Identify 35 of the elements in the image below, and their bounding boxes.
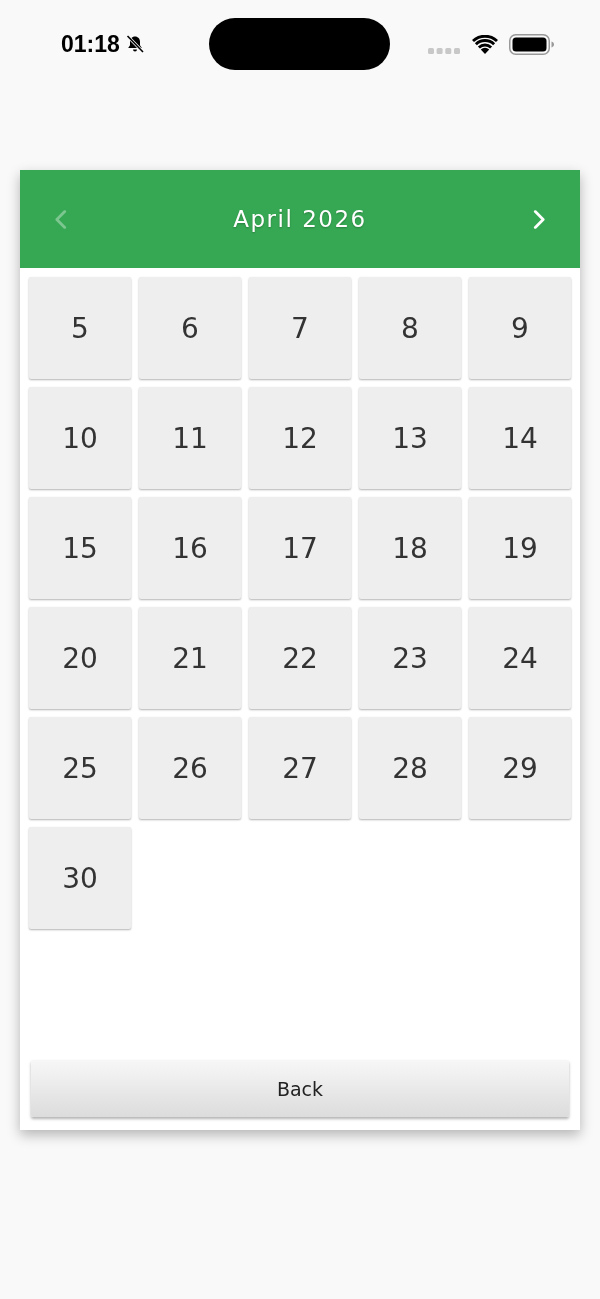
day-button[interactable]: 8: [359, 277, 461, 379]
month-title: April 2026: [233, 206, 367, 232]
day-button[interactable]: 21: [139, 607, 241, 709]
day-button[interactable]: 28: [359, 717, 461, 819]
day-button[interactable]: 11: [139, 387, 241, 489]
day-button[interactable]: 22: [249, 607, 351, 709]
no-signal-icon: [428, 48, 460, 54]
day-button[interactable]: 10: [29, 387, 131, 489]
chevron-right-icon: [533, 209, 546, 229]
day-button[interactable]: 16: [139, 497, 241, 599]
day-button[interactable]: 18: [359, 497, 461, 599]
day-button[interactable]: 27: [249, 717, 351, 819]
wifi-icon: [472, 34, 498, 54]
day-button[interactable]: 14: [469, 387, 571, 489]
day-button[interactable]: 9: [469, 277, 571, 379]
day-button[interactable]: 13: [359, 387, 461, 489]
day-button[interactable]: 7: [249, 277, 351, 379]
chevron-left-icon: [54, 209, 67, 229]
day-button[interactable]: 29: [469, 717, 571, 819]
day-button[interactable]: 26: [139, 717, 241, 819]
day-button[interactable]: 5: [29, 277, 131, 379]
status-time: 01:18: [61, 30, 120, 58]
back-button[interactable]: Back: [31, 1060, 569, 1117]
day-button[interactable]: 24: [469, 607, 571, 709]
day-button[interactable]: 15: [29, 497, 131, 599]
day-button[interactable]: 19: [469, 497, 571, 599]
day-button[interactable]: 20: [29, 607, 131, 709]
day-button[interactable]: 17: [249, 497, 351, 599]
day-button[interactable]: 12: [249, 387, 351, 489]
day-button[interactable]: 25: [29, 717, 131, 819]
day-button[interactable]: 23: [359, 607, 461, 709]
muted-bell-icon: [124, 34, 145, 54]
day-button[interactable]: 6: [139, 277, 241, 379]
battery-icon: [509, 33, 554, 55]
day-button[interactable]: 30: [29, 827, 131, 929]
